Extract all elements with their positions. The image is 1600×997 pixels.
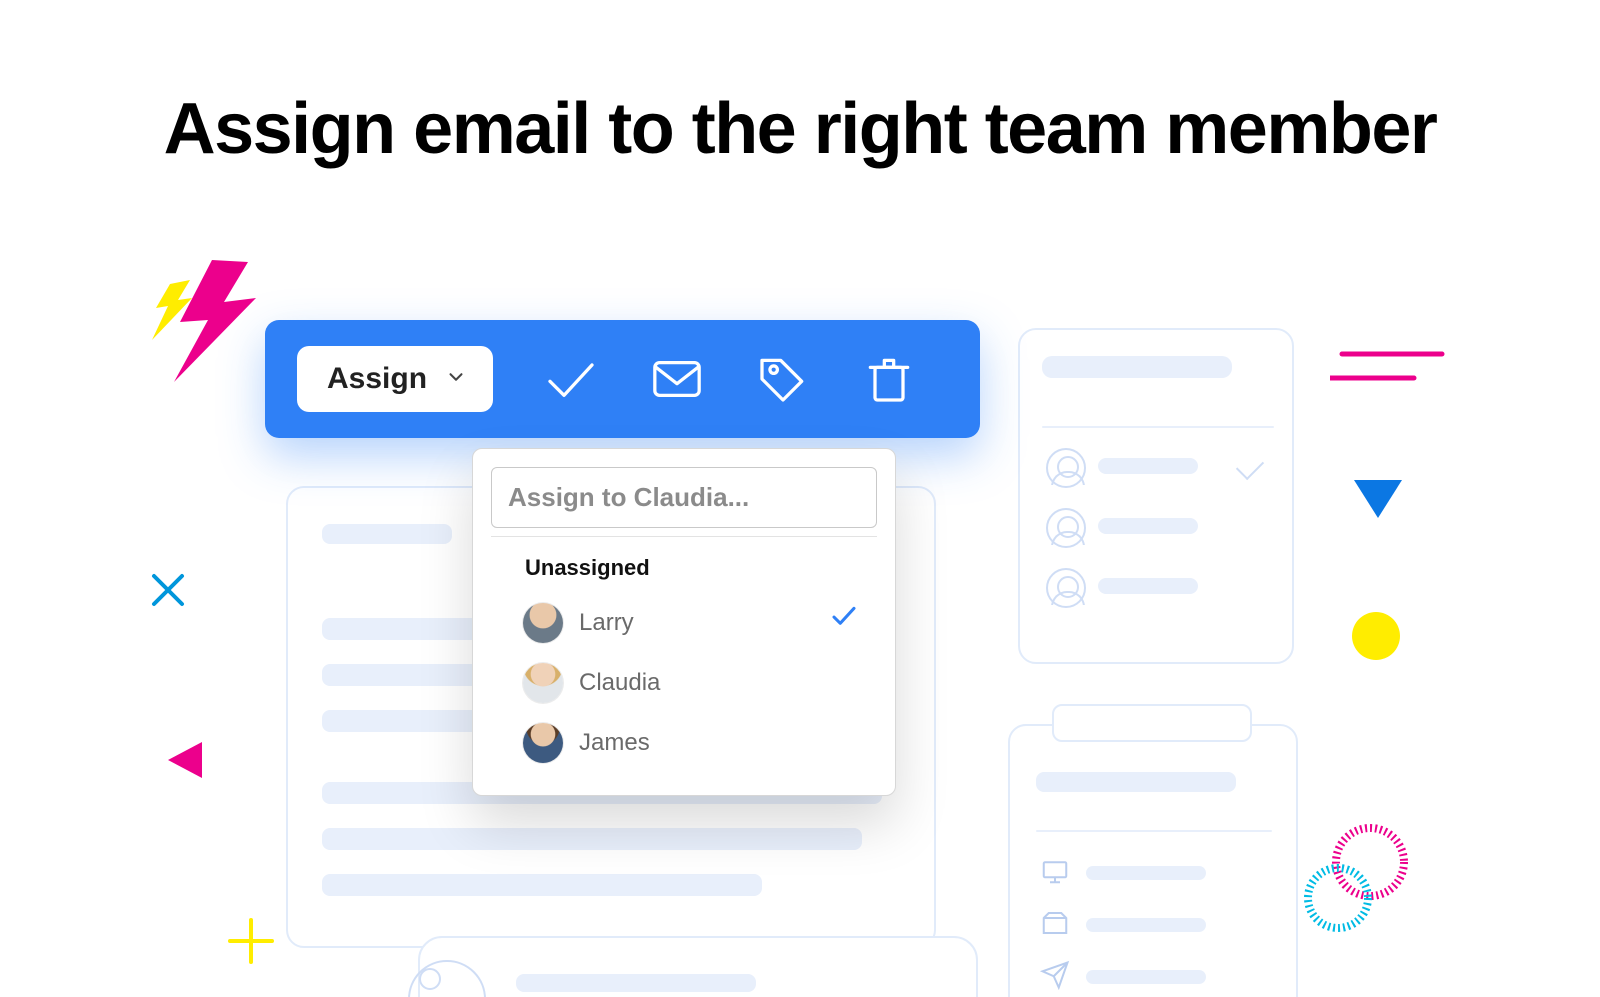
plus-icon (226, 916, 276, 966)
assign-button[interactable]: Assign (297, 346, 493, 412)
check-icon[interactable] (543, 351, 599, 407)
chevron-down-icon (445, 364, 467, 394)
triangle-icon (1354, 480, 1402, 520)
x-icon (148, 570, 188, 610)
tag-icon[interactable] (755, 351, 811, 407)
assignee-name: Claudia (579, 669, 660, 697)
assignee-option-james[interactable]: James (473, 713, 895, 773)
wireframe-panel-nav (1008, 724, 1298, 997)
page-title: Assign email to the right team member (0, 88, 1600, 170)
wireframe-panel-message (418, 936, 978, 997)
assign-search-input[interactable]: Assign to Claudia... (491, 467, 877, 528)
avatar (523, 603, 563, 643)
check-icon (829, 601, 859, 638)
dropdown-heading: Unassigned (473, 551, 895, 593)
mail-icon[interactable] (649, 351, 705, 407)
rings-icon (1292, 820, 1422, 940)
divider (491, 536, 877, 537)
assignee-name: James (579, 729, 650, 757)
avatar (523, 663, 563, 703)
wireframe-panel-users (1018, 328, 1294, 664)
assign-dropdown: Assign to Claudia... Unassigned Larry Cl… (472, 448, 896, 796)
assignee-option-larry[interactable]: Larry (473, 593, 895, 653)
assignee-option-claudia[interactable]: Claudia (473, 653, 895, 713)
lines-icon (1330, 340, 1450, 400)
assignee-name: Larry (579, 609, 634, 637)
avatar (523, 723, 563, 763)
action-toolbar: Assign (265, 320, 980, 438)
circle-icon (1352, 612, 1400, 660)
triangle-icon (164, 738, 208, 782)
lightning-icon (150, 254, 270, 384)
trash-icon[interactable] (861, 351, 917, 407)
assign-button-label: Assign (327, 364, 427, 394)
